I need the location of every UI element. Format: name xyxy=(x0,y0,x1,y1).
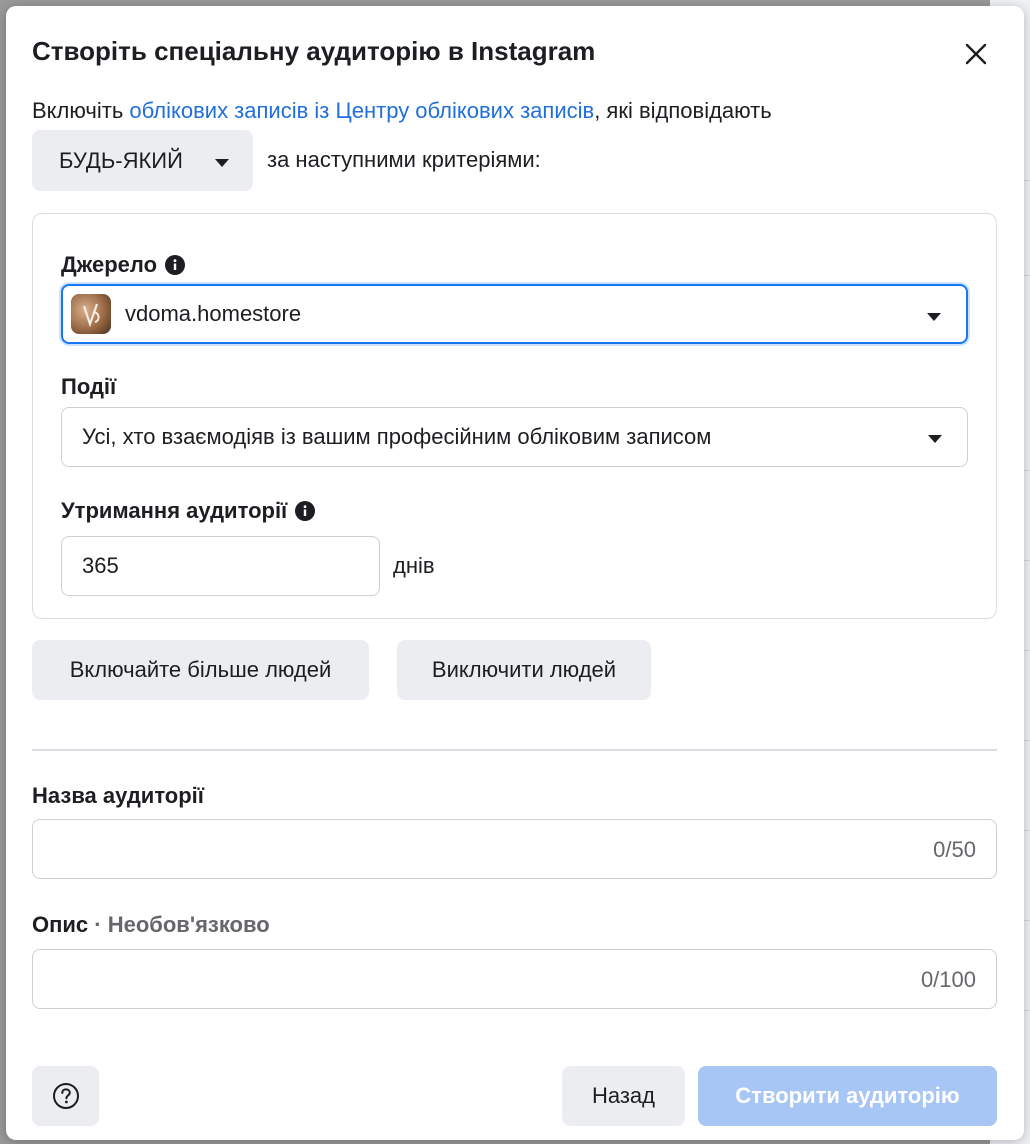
criteria-card: Джерело vdoma.homestore Події Усі, хто в… xyxy=(32,213,997,619)
caret-down-icon xyxy=(928,435,942,443)
retention-label: Утримання аудиторії xyxy=(61,498,316,524)
events-select[interactable]: Усі, хто взаємодіяв із вашим професійним… xyxy=(61,407,968,467)
back-button[interactable]: Назад xyxy=(562,1066,685,1126)
events-label: Події xyxy=(61,374,116,400)
create-audience-button[interactable]: Створити аудиторію xyxy=(698,1066,997,1126)
retention-label-text: Утримання аудиторії xyxy=(61,498,288,523)
audience-name-counter: 0/50 xyxy=(933,837,976,862)
caret-down-icon xyxy=(215,159,229,167)
dialog-title: Створіть спеціальну аудиторію в Instagra… xyxy=(32,36,596,66)
audience-name-label: Назва аудиторії xyxy=(32,783,204,808)
create-label: Створити аудиторію xyxy=(735,1083,960,1108)
help-button[interactable] xyxy=(32,1066,99,1126)
accounts-center-link[interactable]: облікових записів із Центру облікових за… xyxy=(129,98,594,123)
intro-prefix: Включіть xyxy=(32,98,130,123)
source-select[interactable]: vdoma.homestore xyxy=(61,284,968,344)
create-audience-dialog: Створіть спеціальну аудиторію в Instagra… xyxy=(6,6,1024,1140)
source-label: Джерело xyxy=(61,252,186,278)
optional-hint: · Необов'язково xyxy=(88,912,270,937)
source-avatar xyxy=(71,294,111,334)
description-counter: 0/100 xyxy=(920,967,976,992)
audience-name-input[interactable]: 0/50 xyxy=(32,819,997,879)
intro-suffix: , які відповідають xyxy=(594,98,772,123)
section-divider xyxy=(32,749,997,751)
criteria-text: за наступними критеріями: xyxy=(267,147,541,172)
close-icon xyxy=(965,43,987,65)
match-type-value: БУДЬ-ЯКИЙ xyxy=(59,147,183,173)
source-value: vdoma.homestore xyxy=(125,301,302,326)
back-label: Назад xyxy=(591,1083,656,1108)
exclude-label: Виключити людей xyxy=(431,657,617,682)
description-input[interactable]: 0/100 xyxy=(32,949,997,1009)
question-circle-icon xyxy=(52,1083,79,1109)
include-more-label: Включайте більше людей xyxy=(69,657,332,682)
close-button[interactable] xyxy=(958,36,994,72)
retention-unit: днів xyxy=(393,553,435,578)
exclude-people-button[interactable]: Виключити людей xyxy=(397,640,651,700)
events-label-text: Події xyxy=(61,374,117,399)
info-icon[interactable] xyxy=(295,501,316,521)
caret-down-icon xyxy=(927,313,941,321)
events-value: Усі, хто взаємодіяв із вашим професійним… xyxy=(82,424,712,449)
retention-value: 365 xyxy=(82,553,119,578)
info-icon[interactable] xyxy=(165,255,186,275)
intro-text: Включіть облікових записів із Центру обл… xyxy=(32,98,772,124)
description-label: Опис · Необов'язково xyxy=(32,912,270,938)
retention-days-input[interactable]: 365 xyxy=(61,536,380,596)
description-label-text: Опис xyxy=(32,912,89,937)
match-type-dropdown[interactable]: БУДЬ-ЯКИЙ xyxy=(32,130,253,191)
source-label-text: Джерело xyxy=(61,252,158,277)
include-more-people-button[interactable]: Включайте більше людей xyxy=(32,640,369,700)
